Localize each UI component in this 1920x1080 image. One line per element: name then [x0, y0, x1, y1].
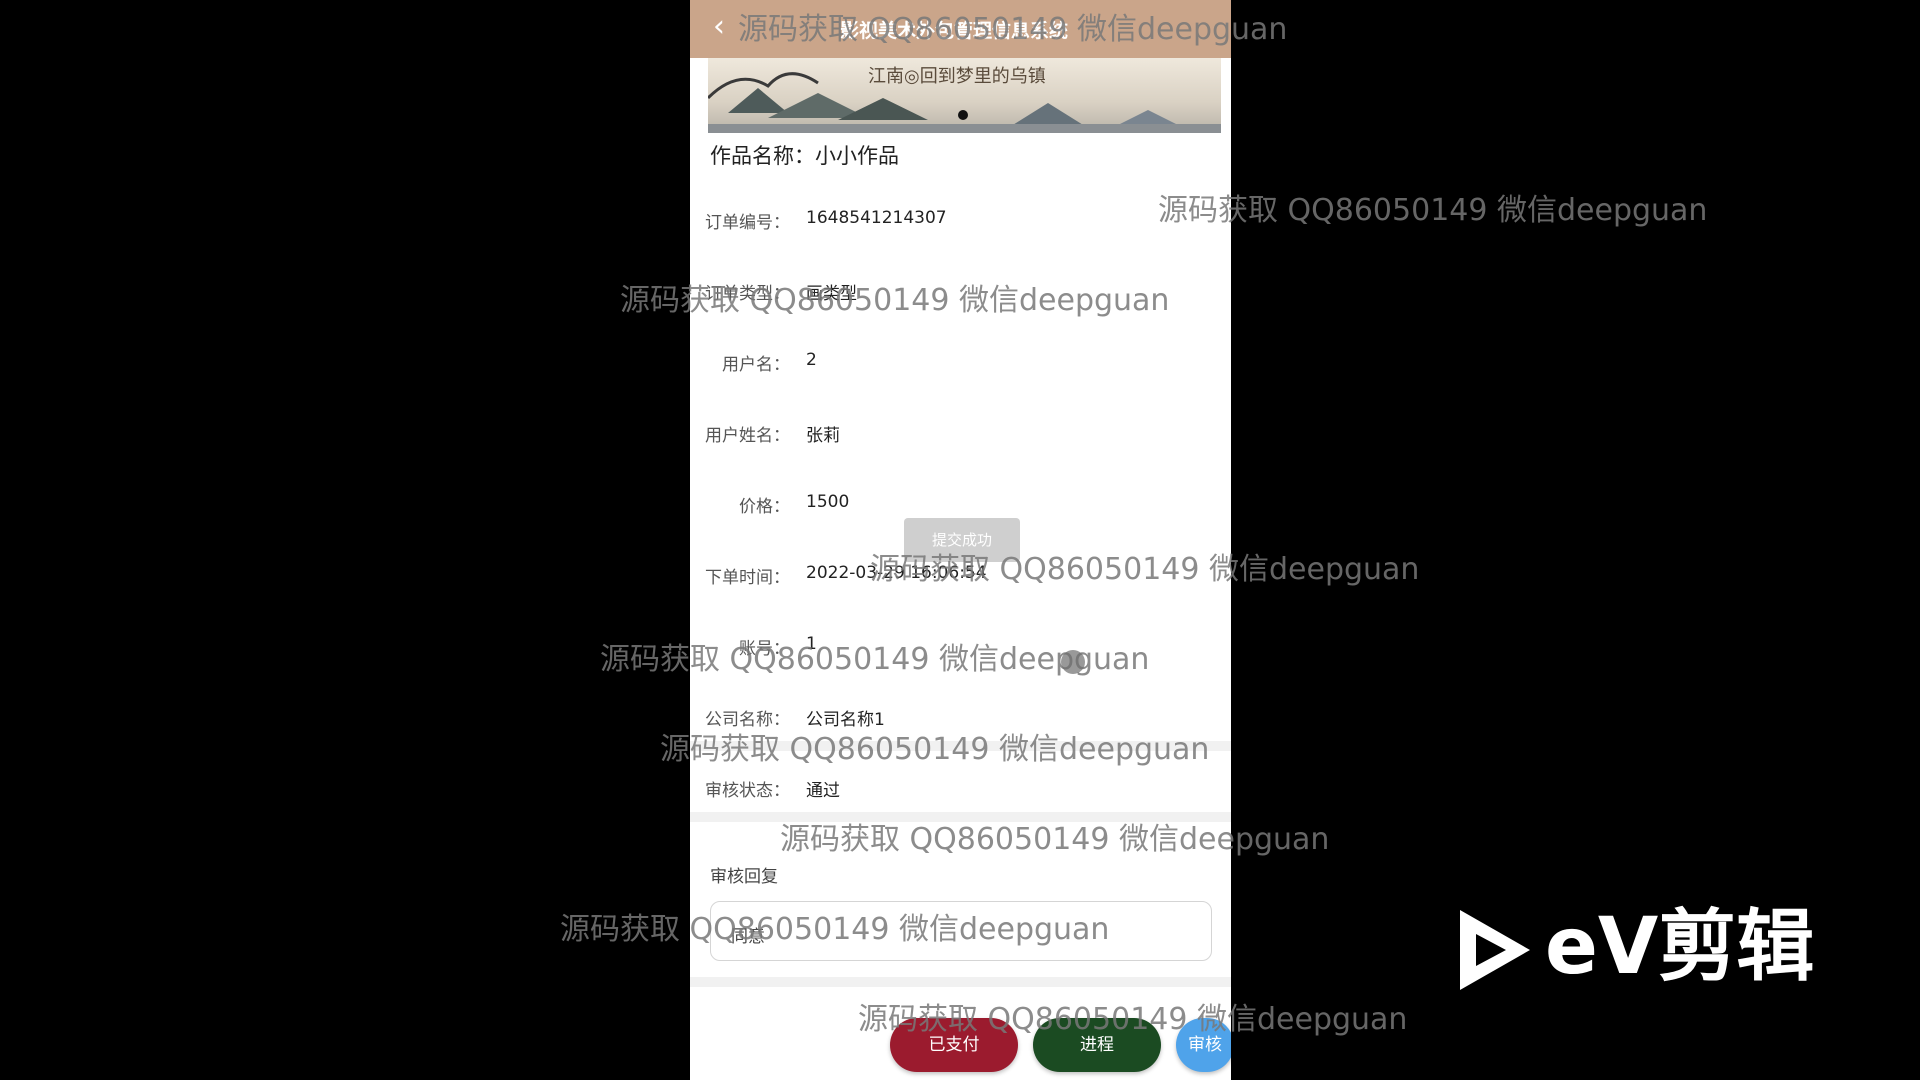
watermark: 源码获取 QQ86050149 微信deepguan	[660, 732, 1210, 767]
ev-logo-text: eV剪辑	[1545, 902, 1815, 992]
chevron-left-icon[interactable]: ‹	[704, 12, 734, 42]
field-label: 用户姓名：	[705, 426, 790, 446]
field-row-order-no: 订单编号： 1648541214307	[690, 198, 1231, 238]
field-value: 2	[806, 350, 817, 370]
carousel-indicator[interactable]	[958, 110, 968, 120]
watermark: 源码获取 QQ86050149 微信deepguan	[620, 283, 1170, 318]
field-value: 1648541214307	[806, 208, 947, 228]
field-label: 审核状态：	[705, 781, 790, 801]
field-label: 订单编号：	[705, 213, 790, 233]
banner-image: 江南◎回到梦里的乌镇	[708, 58, 1221, 133]
watermark: 源码获取 QQ86050149 微信deepguan	[1158, 193, 1708, 228]
watermark: 源码获取 QQ86050149 微信deepguan	[738, 12, 1288, 47]
work-name-value: 小小作品	[815, 144, 899, 168]
watermark: 源码获取 QQ86050149 微信deepguan	[858, 1002, 1408, 1037]
work-name-label: 作品名称：	[710, 144, 815, 168]
field-label: 用户名：	[722, 355, 790, 375]
work-name: 作品名称：小小作品	[710, 140, 899, 170]
watermark: 源码获取 QQ86050149 微信deepguan	[780, 822, 1330, 857]
ev-logo: eV剪辑	[1450, 900, 1830, 1000]
field-row-audit-status: 审核状态： 通过	[690, 766, 1231, 806]
watermark: 源码获取 QQ86050149 微信deepguan	[560, 912, 1110, 947]
field-row-price: 价格： 1500	[690, 482, 1231, 522]
watermark: 源码获取 QQ86050149 微信deepguan	[870, 552, 1420, 587]
field-label: 下单时间：	[705, 568, 790, 588]
field-value: 通过	[806, 781, 840, 801]
field-row-username: 用户名： 2	[690, 340, 1231, 380]
banner-caption: 江南◎回到梦里的乌镇	[868, 66, 1046, 87]
audit-reply-label: 审核回复	[710, 867, 778, 887]
field-value: 1500	[806, 492, 850, 512]
field-label: 价格：	[739, 497, 790, 517]
section-divider	[690, 977, 1231, 987]
field-value: 张莉	[806, 426, 840, 446]
field-row-fullname: 用户姓名： 张莉	[690, 411, 1231, 451]
play-icon	[1460, 910, 1530, 990]
cursor-indicator	[1061, 650, 1085, 674]
